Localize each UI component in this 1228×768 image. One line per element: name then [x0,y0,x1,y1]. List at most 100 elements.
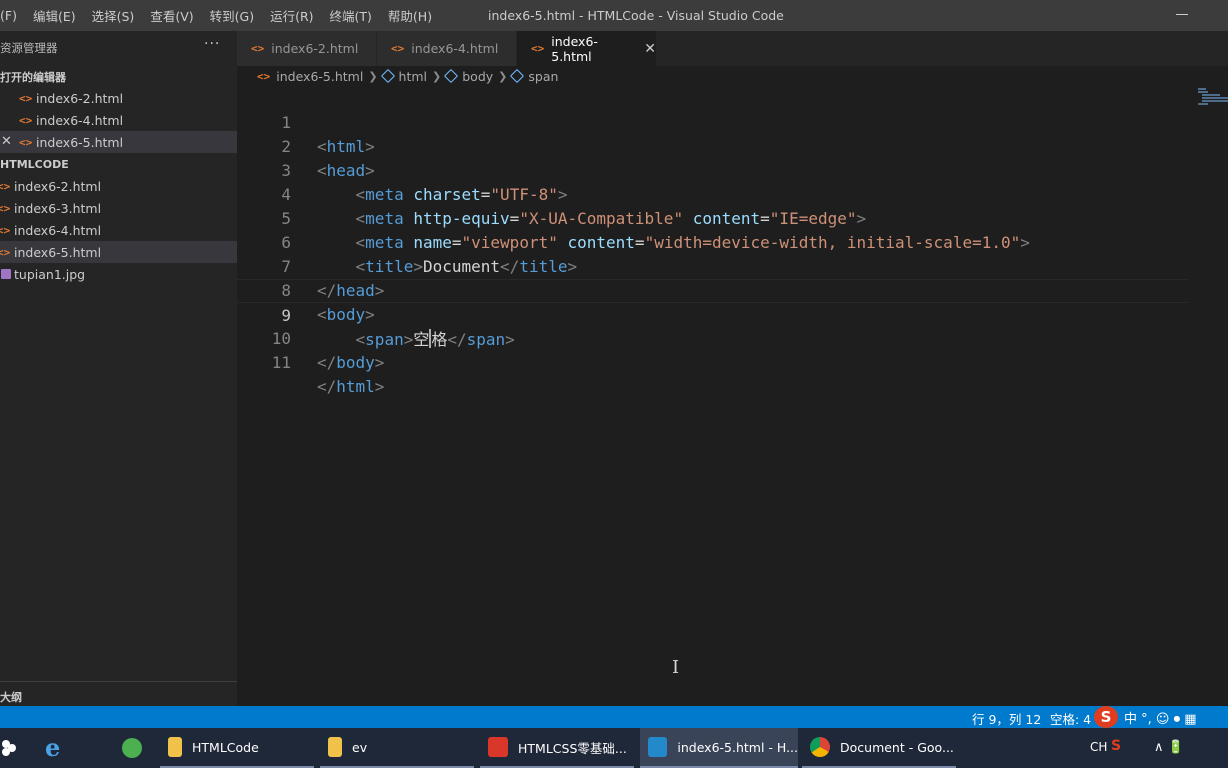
taskbar-folder-ev[interactable]: ev [320,728,474,768]
html-file-icon: <> [0,179,11,193]
i-beam-cursor-icon: I [672,657,680,678]
breadcrumb: <> index6-5.html ❯ html ❯ body ❯ span [257,68,558,84]
tab-index6-4[interactable]: <> index6-4.html [377,31,517,66]
file-item[interactable]: tupian1.jpg [0,263,237,285]
explorer-title: 资源管理器 [0,41,58,55]
file-label: index6-5.html [14,244,102,260]
code-line[interactable]: 2 <head> [237,111,1188,180]
app-v-icon [488,737,508,757]
html-file-icon: <> [251,42,265,55]
code-line[interactable]: 4 <meta http-equiv="X-UA-Compatible" con… [237,159,1188,228]
cursor-position[interactable]: 行 9，列 12 [972,709,1041,728]
taskbar-app-360[interactable] [110,728,154,768]
taskbar-app-chrome[interactable]: Document - Goo... [802,728,956,768]
file-item[interactable]: <> index6-3.html [0,197,237,219]
minimap[interactable] [1196,88,1228,108]
ime-toolbar[interactable]: 中 °, ☺ ⏺ ▦ [1124,708,1197,727]
menu-help[interactable]: 帮助(H) [380,6,440,25]
menu-selection[interactable]: 选择(S) [84,6,143,25]
html-file-icon: <> [0,223,11,237]
taskbar-label: index6-5.html - H... [677,739,798,755]
code-line[interactable]: 7 </head> [237,231,1188,300]
folder-icon [168,737,182,757]
sogou-ime-icon[interactable]: S [1094,706,1118,728]
minimap-line [1198,91,1208,93]
folder-icon [328,737,342,757]
open-editor-label: index6-2.html [36,90,124,106]
internet-explorer-icon[interactable]: e [45,736,69,760]
menu-go[interactable]: 转到(G) [202,6,262,25]
breadcrumb-html[interactable]: html [399,69,427,84]
html-file-icon: <> [19,91,33,105]
close-editor-icon[interactable]: ✕ [1,134,12,149]
code-line-current[interactable]: 9 <span>空 格</span> [237,279,1188,349]
html-file-icon: <> [0,201,11,215]
html-file-icon: <> [391,42,405,55]
code-line[interactable]: 11 </html> [237,327,1188,396]
file-label: index6-4.html [14,222,102,238]
taskbar-folder-htmlcode[interactable]: HTMLCode [160,728,314,768]
open-editor-item-active[interactable]: ✕ <> index6-5.html [0,131,237,153]
minimize-button[interactable] [1166,4,1198,26]
file-label: index6-3.html [14,200,102,216]
taskbar-app-vscode[interactable]: index6-5.html - H... [640,728,798,768]
menu-file[interactable]: (F) [0,8,25,23]
title-bar: (F) 编辑(E) 选择(S) 查看(V) 转到(G) 运行(R) 终端(T) … [0,0,1228,31]
image-file-icon [1,269,11,279]
chevron-right-icon: ❯ [368,69,378,83]
html-file-icon: <> [19,113,33,127]
code-editor[interactable]: 1 <html> 2 <head> 3 <meta charset="UTF-8… [237,86,1228,706]
chevron-right-icon: ❯ [432,69,442,83]
open-editor-item[interactable]: <> index6-4.html [0,109,237,131]
menu-run[interactable]: 运行(R) [262,6,321,25]
chrome-icon [810,737,830,757]
start-icon[interactable] [0,738,18,758]
code-line[interactable]: 6 <title>Document</title> [237,207,1188,276]
breadcrumb-file[interactable]: index6-5.html [276,69,363,84]
html-file-icon: <> [19,135,33,149]
code-content: </html> [317,377,385,396]
minimize-icon [1176,14,1188,15]
input-language[interactable]: CH [1090,740,1107,754]
file-item-active[interactable]: <> index6-5.html [0,241,237,263]
breadcrumb-span[interactable]: span [528,69,558,84]
element-icon [380,68,395,84]
menu-view[interactable]: 查看(V) [142,6,201,25]
tab-index6-5[interactable]: <> index6-5.html ✕ [517,31,657,66]
code-line[interactable]: 8 <body> [237,255,1188,324]
browser-360-icon [122,738,142,758]
more-actions-icon[interactable]: ··· [204,36,220,52]
taskbar: e HTMLCode ev HTMLCSS零基础... index6-5.htm… [0,728,1228,768]
file-label: tupian1.jpg [14,266,86,282]
indentation[interactable]: 空格: 4 [1050,709,1091,728]
tab-close-icon[interactable]: ✕ [644,41,656,57]
open-editor-item[interactable]: <> index6-2.html [0,87,237,109]
html-file-icon: <> [531,42,545,55]
tab-label: index6-2.html [271,41,359,56]
file-item[interactable]: <> index6-2.html [0,175,237,197]
outline-section[interactable]: 大纲 [0,681,237,706]
minimap-line [1198,88,1206,90]
code-line[interactable]: 10 </body> [237,303,1188,372]
code-line[interactable]: 5 <meta name="viewport" content="width=d… [237,183,1188,252]
menu-edit[interactable]: 编辑(E) [25,6,84,25]
system-tray-icons[interactable]: ∧ 🔋 [1154,740,1184,755]
file-item[interactable]: <> index6-4.html [0,219,237,241]
code-content: </body> [317,353,385,372]
breadcrumb-body[interactable]: body [462,69,493,84]
folder-title[interactable]: HTMLCODE [0,158,69,171]
tab-index6-2[interactable]: <> index6-2.html [237,31,377,66]
code-line[interactable]: 3 <meta charset="UTF-8"> [237,135,1188,204]
element-icon [510,68,525,84]
tab-label: index6-4.html [411,41,499,56]
html-file-icon: <> [0,245,11,259]
file-label: index6-2.html [14,178,102,194]
sogou-tray-icon[interactable]: S [1111,738,1121,754]
status-bar: 行 9，列 12 空格: 4 S 中 °, ☺ ⏺ ▦ [0,706,1228,728]
menu-terminal[interactable]: 终端(T) [322,6,380,25]
open-editors-title[interactable]: 打开的编辑器 [0,69,66,85]
code-line[interactable]: 1 <html> [237,87,1188,156]
minimap-line [1202,94,1220,96]
taskbar-app-html-course[interactable]: HTMLCSS零基础... [480,728,634,768]
explorer-header: 资源管理器 ··· [0,36,237,57]
